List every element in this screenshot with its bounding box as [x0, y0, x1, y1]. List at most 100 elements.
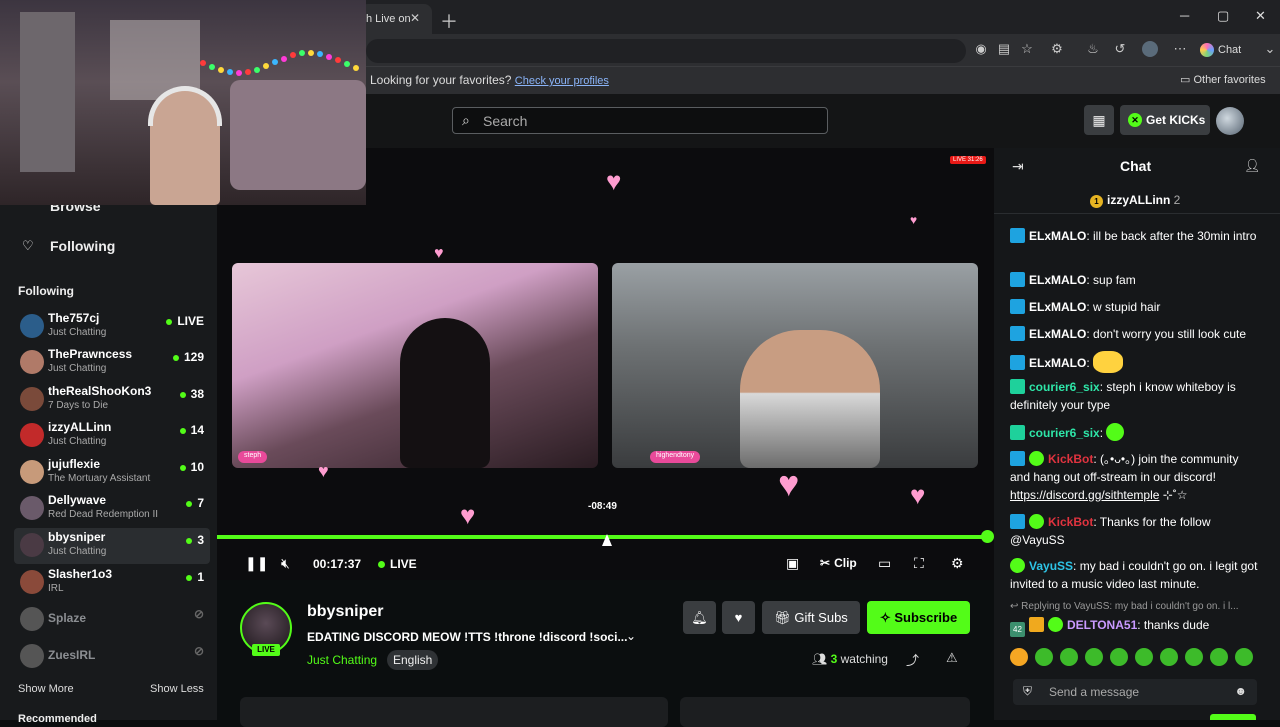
- emote-icon[interactable]: [1060, 648, 1078, 666]
- chat-username[interactable]: ELxMALO: [1029, 229, 1086, 243]
- pinned-gifter-info[interactable]: 1 izzyALLinn 2: [1090, 193, 1180, 208]
- sidebar-channel[interactable]: theRealShooKon3 7 Days to Die 38: [14, 382, 210, 418]
- sidebar-channel[interactable]: Dellywave Red Dead Redemption II 7: [14, 491, 210, 527]
- emoji-picker-icon[interactable]: ☻: [1234, 684, 1247, 698]
- sidebar-channel[interactable]: Splaze ⊘: [14, 602, 210, 638]
- chat-username[interactable]: courier6_six: [1029, 380, 1100, 394]
- copilot-icon: [1200, 43, 1214, 58]
- chat-send-button[interactable]: [1210, 714, 1256, 720]
- chat-link[interactable]: https://discord.gg/sithtemple: [1010, 488, 1159, 502]
- close-window-icon[interactable]: ✕: [1255, 8, 1266, 24]
- get-kicks-button[interactable]: ✕ Get KICKs: [1120, 105, 1210, 135]
- chevron-down-icon[interactable]: ⌄: [626, 629, 636, 643]
- dashboard-icon[interactable]: ▦: [1084, 105, 1114, 135]
- emote-icon: [1093, 351, 1124, 373]
- muted-volume-icon[interactable]: 🔇︎: [281, 555, 290, 572]
- follow-heart-icon[interactable]: ♥: [722, 601, 755, 634]
- emote-icon[interactable]: [1110, 648, 1128, 666]
- language-tag[interactable]: English: [387, 650, 439, 670]
- chat-username[interactable]: KickBot: [1048, 515, 1093, 529]
- live-indicator[interactable]: LIVE: [378, 557, 417, 571]
- chat-username[interactable]: DELTONA51: [1067, 618, 1137, 632]
- sidebar-channel[interactable]: ZuesIRL ⊘: [14, 639, 210, 675]
- new-tab-icon[interactable]: ＋: [440, 8, 458, 34]
- gift-coin-icon: 1: [1090, 195, 1103, 208]
- reader-icon[interactable]: ▤: [996, 41, 1012, 57]
- pause-icon[interactable]: ❚❚: [245, 555, 268, 572]
- channel-avatar: [20, 644, 44, 668]
- stream-title: EDATING DISCORD MEOW !TTS !throne !disco…: [307, 630, 628, 644]
- sidebar-channel[interactable]: izzyALLinn Just Chatting 14: [14, 418, 210, 454]
- favorite-star-icon[interactable]: ☆: [1019, 41, 1035, 57]
- minimize-icon[interactable]: ─: [1180, 8, 1189, 23]
- collapse-chat-icon[interactable]: ⇥: [1012, 158, 1024, 175]
- chat-username[interactable]: ELxMALO: [1029, 300, 1086, 314]
- sidebar-channel[interactable]: bbysniper Just Chatting 3: [14, 528, 210, 564]
- maximize-icon[interactable]: ▢: [1217, 8, 1229, 24]
- chat-message: ELxMALO: ill be back after the 30min int…: [1010, 227, 1260, 245]
- chat-users-icon[interactable]: 👤︎: [1244, 158, 1261, 174]
- settings-gear-icon[interactable]: ⚙: [951, 555, 964, 572]
- emote-icon[interactable]: [1185, 648, 1203, 666]
- emote-icon[interactable]: [1135, 648, 1153, 666]
- emote-icon[interactable]: [1210, 648, 1228, 666]
- sidebar-channel[interactable]: The757cj Just Chatting LIVE: [14, 309, 210, 345]
- fullscreen-icon[interactable]: ⛶: [914, 555, 924, 572]
- chat-username[interactable]: ELxMALO: [1029, 356, 1086, 370]
- emote-icon[interactable]: [1085, 648, 1103, 666]
- notifications-bell-icon[interactable]: 🔔︎: [683, 601, 716, 634]
- chat-message: ELxMALO: sup fam: [1010, 271, 1260, 289]
- progress-thumb[interactable]: [981, 530, 994, 543]
- report-warning-icon[interactable]: ⚠: [946, 650, 958, 666]
- nav-following[interactable]: Following: [50, 238, 115, 254]
- emote-icon[interactable]: [1035, 648, 1053, 666]
- more-menu-icon[interactable]: ⋯: [1172, 41, 1188, 57]
- other-favorites[interactable]: ▭ Other favorites: [1180, 73, 1266, 86]
- chat-username[interactable]: VayuSS: [1029, 559, 1073, 573]
- chevron-down-icon[interactable]: ⌄: [1262, 41, 1278, 57]
- channel-name: Dellywave: [48, 493, 107, 507]
- url-field[interactable]: [366, 39, 966, 63]
- user-badge-icon: [1029, 451, 1044, 466]
- badge-number: 42: [1010, 622, 1025, 637]
- clip-button[interactable]: ✂ Clip: [820, 556, 857, 570]
- sidebar-channel[interactable]: jujuflexie The Mortuary Assistant 10: [14, 455, 210, 491]
- emote-quickbar[interactable]: [1010, 648, 1260, 670]
- mini-player-icon[interactable]: ▣: [786, 555, 799, 572]
- emote-icon[interactable]: [1160, 648, 1178, 666]
- channel-viewers: 7: [186, 496, 204, 510]
- show-more-button[interactable]: Show More: [18, 683, 74, 695]
- extensions-icon[interactable]: ⚙: [1049, 41, 1065, 57]
- sidebar-channel[interactable]: ThePrawncess Just Chatting 129: [14, 345, 210, 381]
- chat-username[interactable]: ELxMALO: [1029, 273, 1086, 287]
- light-bulb: [308, 50, 314, 56]
- other-favorites-label: Other favorites: [1193, 74, 1266, 86]
- stream-category[interactable]: Just Chatting: [307, 653, 377, 667]
- subscribe-button[interactable]: ✧ Subscribe: [867, 601, 970, 634]
- show-less-button[interactable]: Show Less: [150, 683, 204, 695]
- theater-mode-icon[interactable]: ▭: [878, 555, 891, 572]
- check-profiles-link[interactable]: Check your profiles: [515, 75, 609, 87]
- channel-avatar: [20, 570, 44, 594]
- nav-following-label: Following: [50, 238, 116, 254]
- gift-subs-button[interactable]: 🎁︎ Gift Subs: [762, 601, 860, 634]
- share-icon[interactable]: ⤴: [906, 650, 919, 669]
- collections-icon[interactable]: ♨: [1085, 41, 1101, 57]
- emote-icon[interactable]: [1010, 648, 1028, 666]
- read-aloud-icon[interactable]: ◉: [973, 41, 989, 57]
- chat-username[interactable]: ELxMALO: [1029, 327, 1086, 341]
- search-input[interactable]: ⌕ Search: [452, 107, 828, 134]
- profile-icon[interactable]: [1142, 41, 1158, 57]
- user-avatar[interactable]: [1216, 107, 1244, 135]
- browser-tab[interactable]: h Live on ✕: [360, 4, 432, 34]
- sidebar-channel[interactable]: Slasher1o3 IRL 1: [14, 565, 210, 601]
- history-icon[interactable]: ↺: [1112, 41, 1128, 57]
- heart-icon: ♥: [778, 463, 800, 504]
- copilot-button[interactable]: Chat: [1200, 40, 1260, 60]
- streamer-name[interactable]: bbysniper: [307, 603, 383, 621]
- close-tab-icon[interactable]: ✕: [410, 11, 420, 25]
- chat-input[interactable]: ⛨ Send a message ☻: [1013, 679, 1257, 705]
- chat-username[interactable]: KickBot: [1048, 452, 1093, 466]
- chat-username[interactable]: courier6_six: [1029, 426, 1100, 440]
- emote-icon[interactable]: [1235, 648, 1253, 666]
